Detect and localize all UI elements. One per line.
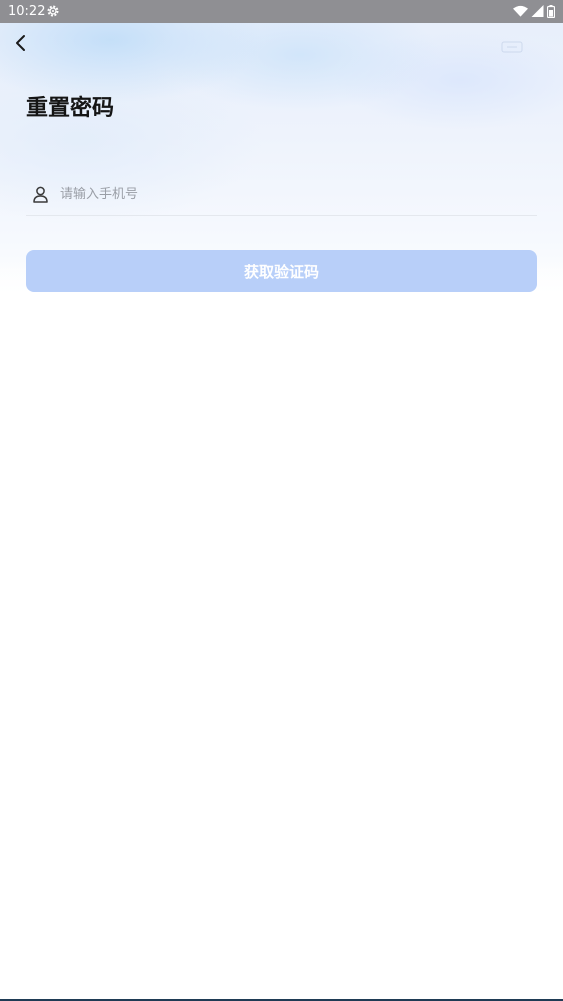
cell-signal-icon — [531, 5, 544, 17]
battery-icon — [547, 4, 555, 18]
phone-field[interactable] — [26, 173, 537, 216]
reset-password-screen: 10:22 重置密码 请输入手机号 获取验证码 — [0, 0, 563, 1001]
phone-input[interactable] — [60, 182, 537, 206]
status-bar: 10:22 — [0, 0, 563, 23]
chevron-left-icon — [16, 35, 25, 51]
wifi-icon — [513, 5, 528, 17]
back-button[interactable] — [8, 30, 34, 56]
decorative-mark-icon — [501, 41, 523, 53]
status-icons — [513, 4, 555, 18]
user-icon — [33, 185, 49, 203]
status-time: 10:22 — [8, 4, 46, 19]
get-verification-code-button[interactable]: 获取验证码 — [26, 250, 537, 292]
settings-gear-icon — [47, 5, 59, 17]
page-title: 重置密码 — [26, 96, 115, 121]
